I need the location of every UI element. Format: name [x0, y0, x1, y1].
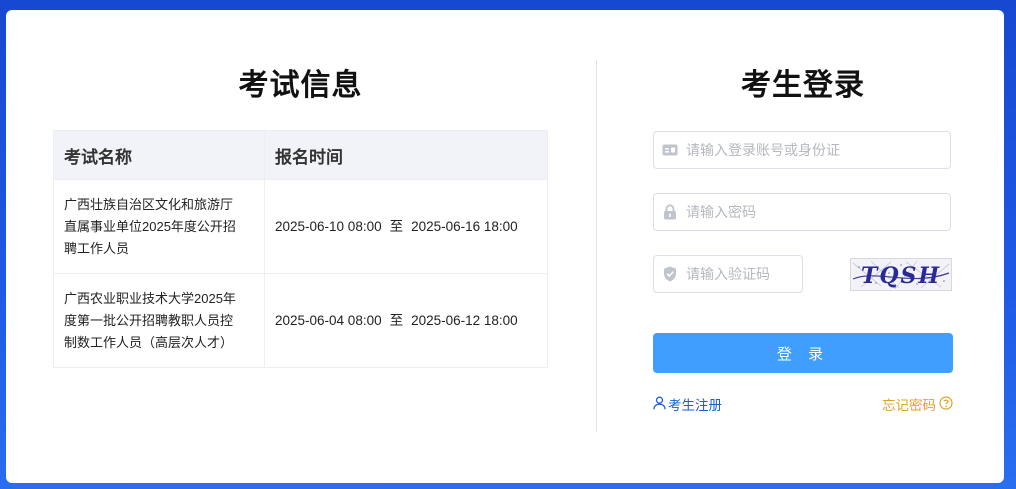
column-header-exam-name: 考试名称: [53, 130, 265, 180]
registration-time-cell: 2025-06-10 08:00 至 2025-06-16 18:00: [264, 179, 548, 274]
registration-time-cell: 2025-06-04 08:00 至 2025-06-12 18:00: [264, 273, 548, 368]
captcha-field[interactable]: [653, 255, 803, 293]
exam-name-cell: 广西农业职业技术大学2025年 度第一批公开招聘教职人员控 制数工作人员（高层次…: [53, 273, 265, 368]
id-card-icon: [662, 142, 678, 158]
captcha-input[interactable]: [684, 265, 798, 283]
login-button[interactable]: 登 录: [653, 333, 953, 373]
table-header-row: 考试名称 报名时间: [53, 130, 548, 180]
captcha-text: TQSH: [861, 263, 941, 289]
start-time: 2025-06-10 08:00: [275, 218, 382, 234]
user-icon: [653, 396, 666, 413]
column-header-registration-time: 报名时间: [264, 130, 548, 180]
exam-name-line: 广西农业职业技术大学2025年: [64, 290, 236, 306]
forgot-password-link[interactable]: 忘记密码: [882, 394, 953, 414]
help-circle-icon: [939, 395, 953, 413]
lock-icon: [662, 204, 678, 220]
exam-name-cell: 广西壮族自治区文化和旅游厅 直属事业单位2025年度公开招 聘工作人员: [53, 179, 265, 274]
exam-name-line: 直属事业单位2025年度公开招: [64, 218, 236, 234]
time-separator: 至: [389, 218, 404, 234]
exam-name-line: 广西壮族自治区文化和旅游厅: [64, 196, 234, 212]
captcha-image[interactable]: TQSH: [850, 258, 952, 291]
exam-name-line: 度第一批公开招聘教职人员控: [64, 312, 234, 328]
account-input[interactable]: [684, 141, 918, 159]
start-time: 2025-06-04 08:00: [275, 312, 382, 328]
register-link[interactable]: 考生注册: [653, 394, 722, 414]
main-card: 考试信息 考试名称 报名时间 广西壮族自治区文化和旅游厅 直属事业单位2025年…: [6, 10, 1004, 483]
forgot-password-label: 忘记密码: [882, 398, 936, 413]
exam-table: 考试名称 报名时间 广西壮族自治区文化和旅游厅 直属事业单位2025年度公开招 …: [53, 130, 548, 368]
password-input[interactable]: [684, 203, 918, 221]
end-time: 2025-06-12 18:00: [411, 312, 518, 328]
account-field[interactable]: [653, 131, 951, 169]
password-field[interactable]: [653, 193, 951, 231]
login-title: 考生登录: [741, 69, 865, 102]
shield-check-icon: [662, 266, 678, 282]
end-time: 2025-06-16 18:00: [411, 218, 518, 234]
time-separator: 至: [389, 312, 404, 328]
vertical-divider: [596, 60, 597, 432]
exam-name-line: 聘工作人员: [64, 240, 130, 256]
register-label: 考生注册: [668, 398, 722, 413]
table-row[interactable]: 广西农业职业技术大学2025年 度第一批公开招聘教职人员控 制数工作人员（高层次…: [53, 273, 548, 368]
exam-name-line: 制数工作人员（高层次人才）: [64, 334, 234, 350]
exam-info-title: 考试信息: [238, 69, 363, 102]
table-row[interactable]: 广西壮族自治区文化和旅游厅 直属事业单位2025年度公开招 聘工作人员 2025…: [53, 179, 548, 274]
